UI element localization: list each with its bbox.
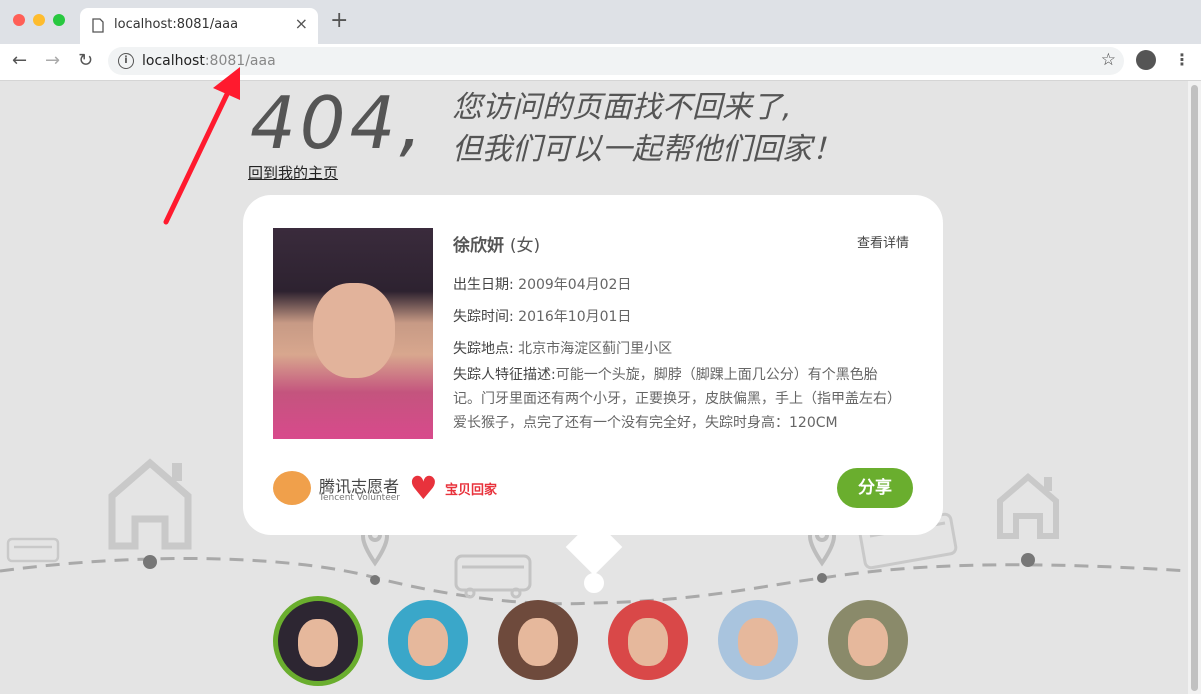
missing-place-row: 失踪地点: 北京市海淀区蓟门里小区 xyxy=(453,338,672,358)
tab-title: localhost:8081/aaa xyxy=(114,17,239,32)
missing-time-row: 失踪时间: 2016年10月01日 xyxy=(453,306,631,326)
thumbnail-face xyxy=(848,618,888,666)
new-tab-button[interactable]: + xyxy=(330,10,348,32)
child-face xyxy=(313,283,395,378)
child-thumbnail[interactable] xyxy=(388,600,468,680)
scrollbar-thumb[interactable] xyxy=(1191,85,1198,691)
missing-place-label: 失踪地点: xyxy=(453,341,514,357)
minimize-window-button[interactable] xyxy=(33,14,45,26)
tencent-badge-icon xyxy=(273,471,311,505)
child-thumbnail[interactable] xyxy=(828,600,908,680)
child-photo xyxy=(273,228,433,439)
tab-close-icon[interactable]: × xyxy=(295,14,308,33)
child-thumbnail[interactable] xyxy=(718,600,798,680)
person-name: 徐欣妍 (女) xyxy=(453,231,540,256)
profile-icon[interactable] xyxy=(1136,50,1156,70)
gender-text: (女) xyxy=(509,236,541,256)
home-link[interactable]: 回到我的主页 xyxy=(248,162,338,183)
view-details-link[interactable]: 查看详情 xyxy=(857,232,909,251)
thumbnail-face xyxy=(408,618,448,666)
vertical-scrollbar[interactable] xyxy=(1188,81,1201,694)
error-message-line2: 但我们可以一起帮他们回家！ xyxy=(452,132,842,167)
error-code: 404, xyxy=(250,81,427,165)
thumbnail-face xyxy=(518,618,558,666)
house-icon-left xyxy=(108,458,192,550)
browser-tab[interactable]: localhost:8081/aaa × xyxy=(80,8,318,44)
url-path: :8081/aaa xyxy=(204,53,276,69)
road-dot xyxy=(143,555,157,569)
thumbnail-face xyxy=(738,618,778,666)
browser-titlebar: localhost:8081/aaa × + xyxy=(0,0,1201,44)
name-text: 徐欣妍 xyxy=(453,236,504,256)
child-thumbnail[interactable] xyxy=(273,596,363,686)
forward-button[interactable]: → xyxy=(45,50,60,72)
url-text: localhost:8081/aaa xyxy=(142,53,276,69)
tencent-volunteer-logo: 腾讯志愿者 Tencent Volunteer xyxy=(273,469,403,509)
menu-icon[interactable]: ⋮ xyxy=(1174,51,1190,69)
birth-value: 2009年04月02日 xyxy=(518,277,632,293)
close-window-button[interactable] xyxy=(13,14,25,26)
features-label: 失踪人特征描述: xyxy=(453,367,556,383)
bookmark-star-icon[interactable]: ☆ xyxy=(1101,50,1116,70)
road-dot xyxy=(1021,553,1035,567)
missing-time-label: 失踪时间: xyxy=(453,309,514,325)
heart-icon: ♥ xyxy=(409,469,438,507)
baobei-huijia-logo: ♥ 宝贝回家 xyxy=(409,469,505,509)
back-button[interactable]: ← xyxy=(12,50,27,72)
house-icon-right xyxy=(997,473,1059,539)
missing-person-card: 徐欣妍 (女) 查看详情 出生日期: 2009年04月02日 失踪时间: 201… xyxy=(243,195,943,535)
url-host: localhost xyxy=(142,53,205,69)
missing-place-value: 北京市海淀区蓟门里小区 xyxy=(518,341,673,357)
bus-icon-left xyxy=(6,537,60,563)
birth-label: 出生日期: xyxy=(453,277,514,293)
browser-toolbar: ← → ↻ i localhost:8081/aaa ☆ ⋮ xyxy=(0,44,1201,81)
child-thumbnail[interactable] xyxy=(498,600,578,680)
info-icon[interactable]: i xyxy=(118,53,134,69)
road-dot xyxy=(370,575,380,585)
address-bar[interactable]: i localhost:8081/aaa ☆ xyxy=(108,47,1124,75)
page-content: 404, 您访问的页面找不回来了, 但我们可以一起帮他们回家！ 回到我的主页 徐… xyxy=(0,81,1188,694)
error-message-line1: 您访问的页面找不回来了, xyxy=(452,90,792,125)
share-button[interactable]: 分享 xyxy=(837,468,913,508)
birth-row: 出生日期: 2009年04月02日 xyxy=(453,274,631,294)
error-message: 您访问的页面找不回来了, 但我们可以一起帮他们回家！ xyxy=(452,87,842,171)
features-row: 失踪人特征描述:可能一个头旋，脚脖（脚踝上面几公分）有个黑色胎记。门牙里面还有两… xyxy=(453,363,903,435)
reload-button[interactable]: ↻ xyxy=(78,50,93,72)
current-position-dot xyxy=(582,571,606,595)
missing-time-value: 2016年10月01日 xyxy=(518,309,632,325)
road-dot xyxy=(817,573,827,583)
thumbnail-face xyxy=(298,619,338,667)
child-thumbnail[interactable] xyxy=(608,600,688,680)
thumbnail-face xyxy=(628,618,668,666)
page-icon xyxy=(92,18,104,33)
zoom-window-button[interactable] xyxy=(53,14,65,26)
baobei-logo-text: 宝贝回家 xyxy=(445,483,498,498)
bus-icon-middle xyxy=(454,554,532,599)
tencent-logo-en: Tencent Volunteer xyxy=(319,493,400,503)
